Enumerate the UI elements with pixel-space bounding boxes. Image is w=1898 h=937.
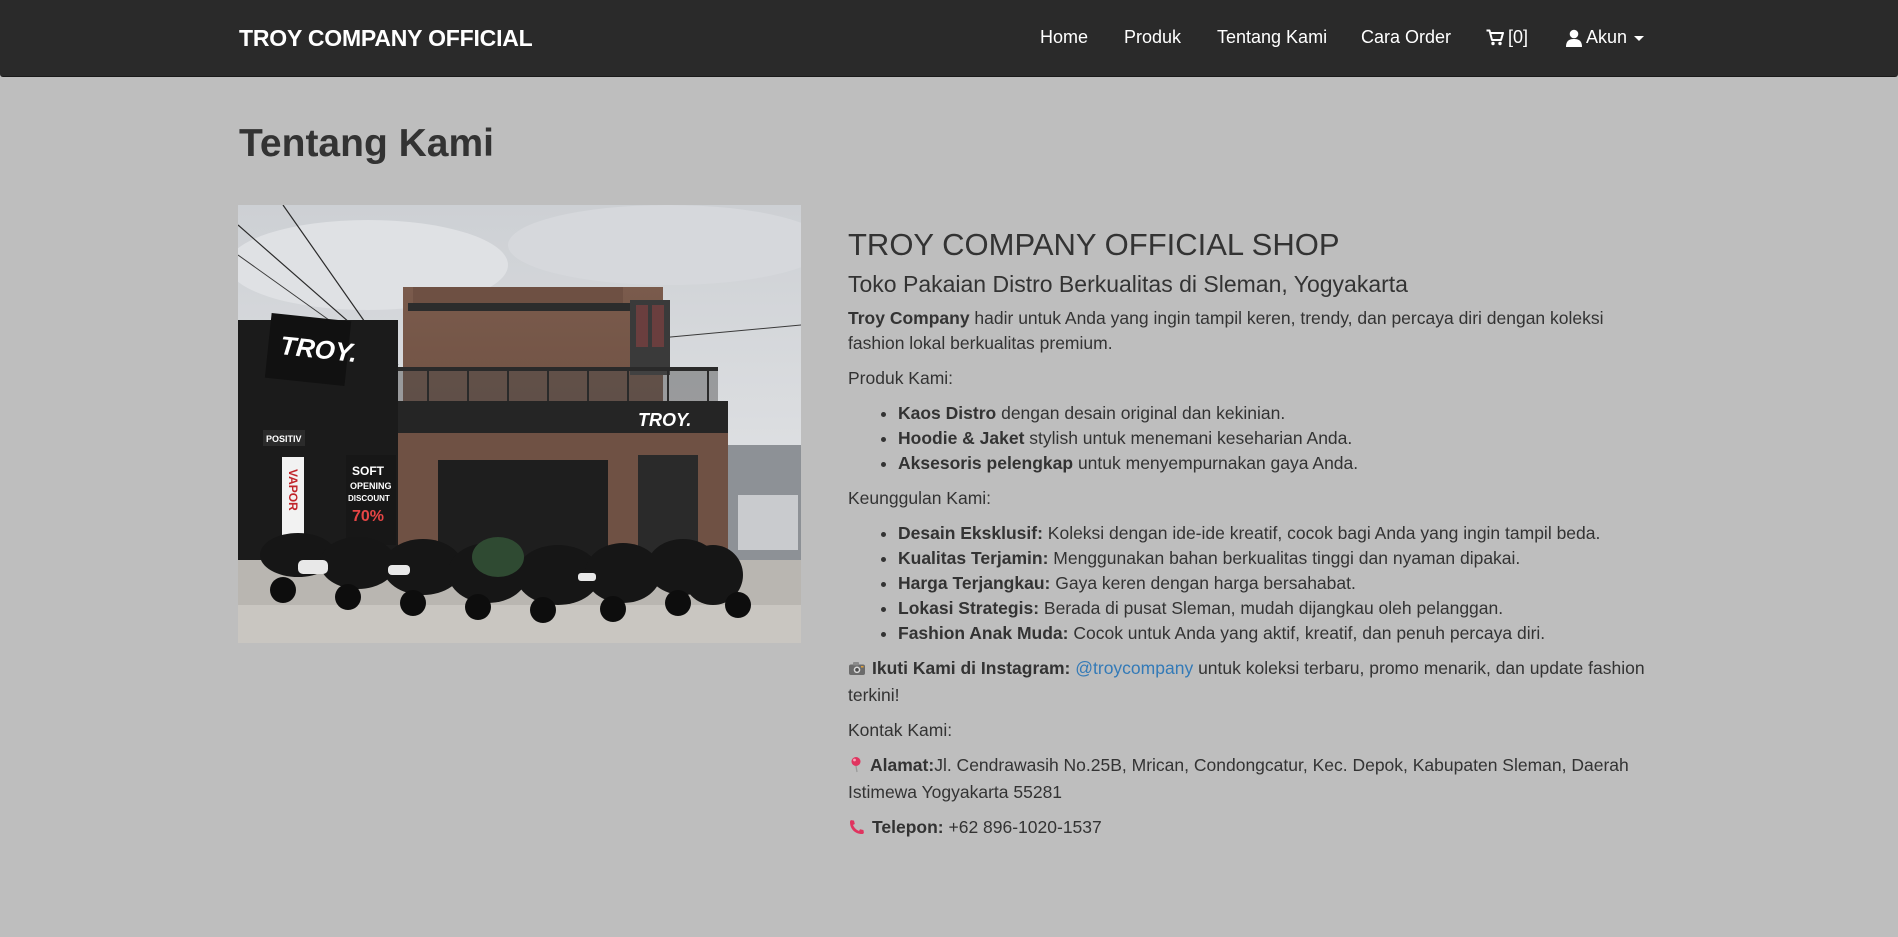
cart-icon (1486, 29, 1504, 46)
navbar: TROY COMPANY OFFICIAL Home Produk Tentan… (0, 0, 1898, 77)
nav-produk[interactable]: Produk (1124, 27, 1181, 48)
alamat-paragraph: Alamat:Jl. Cendrawasih No.25B, Mrican, C… (848, 753, 1658, 805)
akun-label: Akun (1586, 27, 1628, 47)
produk-heading: Produk Kami: (848, 368, 954, 388)
positiv-sign-text: POSITIV (266, 434, 302, 444)
nav-cart[interactable]: [0] (1486, 27, 1528, 48)
list-item: Kualitas Terjamin: Menggunakan bahan ber… (898, 546, 1658, 571)
list-item: Aksesoris pelengkap untuk menyempurnakan… (898, 451, 1658, 476)
keunggulan-list: Desain Eksklusif: Koleksi dengan ide-ide… (848, 521, 1658, 646)
keunggulan-heading: Keunggulan Kami: (848, 488, 992, 508)
intro-bold: Troy Company (848, 308, 970, 328)
alamat-text: Jl. Cendrawasih No.25B, Mrican, Condongc… (848, 755, 1629, 802)
nav-cara-order[interactable]: Cara Order (1361, 27, 1451, 48)
list-item: Harga Terjangkau: Gaya keren dengan harg… (898, 571, 1658, 596)
list-item: Desain Eksklusif: Koleksi dengan ide-ide… (898, 521, 1658, 546)
telepon-text: +62 896-1020-1537 (943, 817, 1102, 837)
nav-akun-dropdown[interactable]: Akun (1565, 27, 1645, 48)
list-item: Fashion Anak Muda: Cocok untuk Anda yang… (898, 621, 1658, 646)
phone-icon (848, 817, 866, 842)
instagram-label: Ikuti Kami di Instagram: (872, 658, 1071, 678)
list-item: Hoodie & Jaket stylish untuk menemani ke… (898, 426, 1658, 451)
awning-sign-text: TROY. (638, 410, 691, 430)
page-title: Tentang Kami (239, 122, 494, 165)
intro-paragraph: Troy Company hadir untuk Anda yang ingin… (848, 306, 1658, 356)
produk-list: Kaos Distro dengan desain original dan k… (848, 401, 1658, 476)
nav-home[interactable]: Home (1040, 27, 1088, 48)
kontak-heading: Kontak Kami: (848, 720, 953, 740)
alamat-label: Alamat: (870, 755, 935, 775)
list-item: Kaos Distro dengan desain original dan k… (898, 401, 1658, 426)
nav-tentang-kami[interactable]: Tentang Kami (1217, 27, 1327, 48)
banner-line-1: SOFT (352, 464, 385, 478)
instagram-paragraph: Ikuti Kami di Instagram: @troycompany un… (848, 656, 1658, 708)
vapor-banner-text: VAPOR (286, 469, 300, 511)
about-content: TROY COMPANY OFFICIAL SHOP Toko Pakaian … (848, 225, 1658, 852)
nav-menu: Home Produk Tentang Kami Cara Order [0] … (0, 27, 1898, 51)
list-item: Lokasi Strategis: Berada di pusat Sleman… (898, 596, 1658, 621)
telepon-paragraph: Telepon: +62 896-1020-1537 (848, 815, 1658, 842)
user-icon (1565, 29, 1583, 47)
shop-title: TROY COMPANY OFFICIAL SHOP (848, 227, 1340, 262)
cart-count: [0] (1508, 27, 1529, 47)
banner-line-2: OPENING (350, 481, 392, 491)
banner-line-3: DISCOUNT (348, 494, 390, 503)
shop-subtitle: Toko Pakaian Distro Berkualitas di Slema… (848, 271, 1408, 297)
instagram-link[interactable]: @troycompany (1075, 658, 1193, 678)
telepon-label: Telepon: (872, 817, 944, 837)
banner-line-4: 70% (352, 508, 384, 525)
pin-icon (848, 755, 864, 780)
store-photo: TROY. TROY. POSITIV VAPOR SOFT OPENING D… (238, 205, 801, 643)
caret-down-icon (1634, 36, 1645, 41)
camera-icon (848, 658, 866, 683)
